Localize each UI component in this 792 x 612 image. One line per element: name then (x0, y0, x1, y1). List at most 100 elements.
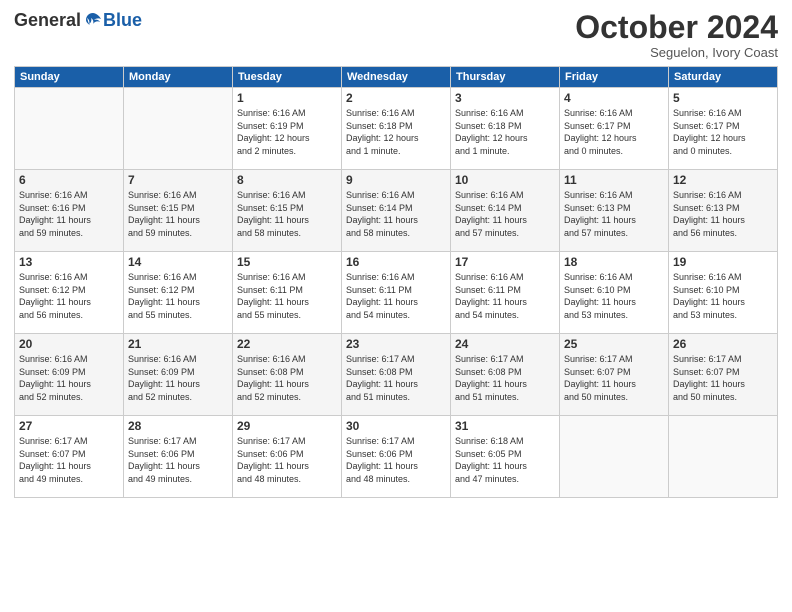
col-friday: Friday (560, 67, 669, 88)
day-number: 13 (19, 255, 119, 269)
day-info: Sunrise: 6:16 AM Sunset: 6:16 PM Dayligh… (19, 189, 119, 239)
day-number: 25 (564, 337, 664, 351)
day-number: 31 (455, 419, 555, 433)
day-number: 16 (346, 255, 446, 269)
calendar: Sunday Monday Tuesday Wednesday Thursday… (14, 66, 778, 498)
calendar-cell: 13 Sunrise: 6:16 AM Sunset: 6:12 PM Dayli… (15, 252, 124, 334)
day-info: Sunrise: 6:17 AM Sunset: 6:08 PM Dayligh… (346, 353, 446, 403)
title-section: October 2024 Seguelon, Ivory Coast (575, 10, 778, 60)
calendar-cell (15, 88, 124, 170)
logo: General Blue (14, 10, 142, 31)
col-sunday: Sunday (15, 67, 124, 88)
calendar-cell: 29 Sunrise: 6:17 AM Sunset: 6:06 PM Dayli… (233, 416, 342, 498)
calendar-cell: 24Sunrise: 6:17 AM Sunset: 6:08 PM Dayli… (451, 334, 560, 416)
col-tuesday: Tuesday (233, 67, 342, 88)
week-row-2: 6 Sunrise: 6:16 AM Sunset: 6:16 PM Daylig… (15, 170, 778, 252)
calendar-cell: 17Sunrise: 6:16 AM Sunset: 6:11 PM Dayli… (451, 252, 560, 334)
day-number: 20 (19, 337, 119, 351)
page: General Blue October 2024 Seguelon, Ivor… (0, 0, 792, 612)
day-number: 28 (128, 419, 228, 433)
calendar-cell (124, 88, 233, 170)
week-row-5: 27 Sunrise: 6:17 AM Sunset: 6:07 PM Dayli… (15, 416, 778, 498)
day-number: 26 (673, 337, 773, 351)
week-row-1: 1 Sunrise: 6:16 AM Sunset: 6:19 PM Daylig… (15, 88, 778, 170)
day-number: 30 (346, 419, 446, 433)
calendar-cell: 12 Sunrise: 6:16 AM Sunset: 6:13 PM Dayli… (669, 170, 778, 252)
day-info: Sunrise: 6:17 AM Sunset: 6:07 PM Dayligh… (673, 353, 773, 403)
day-number: 18 (564, 255, 664, 269)
day-number: 23 (346, 337, 446, 351)
day-info: Sunrise: 6:16 AM Sunset: 6:17 PM Dayligh… (673, 107, 773, 157)
day-number: 2 (346, 91, 446, 105)
day-info: Sunrise: 6:16 AM Sunset: 6:12 PM Dayligh… (19, 271, 119, 321)
calendar-cell: 31Sunrise: 6:18 AM Sunset: 6:05 PM Dayli… (451, 416, 560, 498)
day-number: 11 (564, 173, 664, 187)
col-wednesday: Wednesday (342, 67, 451, 88)
col-thursday: Thursday (451, 67, 560, 88)
day-number: 29 (237, 419, 337, 433)
day-number: 7 (128, 173, 228, 187)
day-info: Sunrise: 6:16 AM Sunset: 6:11 PM Dayligh… (237, 271, 337, 321)
day-info: Sunrise: 6:16 AM Sunset: 6:17 PM Dayligh… (564, 107, 664, 157)
day-info: Sunrise: 6:16 AM Sunset: 6:14 PM Dayligh… (455, 189, 555, 239)
day-info: Sunrise: 6:17 AM Sunset: 6:07 PM Dayligh… (19, 435, 119, 485)
day-info: Sunrise: 6:17 AM Sunset: 6:06 PM Dayligh… (128, 435, 228, 485)
calendar-cell: 21Sunrise: 6:16 AM Sunset: 6:09 PM Dayli… (124, 334, 233, 416)
day-info: Sunrise: 6:16 AM Sunset: 6:18 PM Dayligh… (455, 107, 555, 157)
logo-blue: Blue (103, 10, 142, 31)
day-info: Sunrise: 6:16 AM Sunset: 6:13 PM Dayligh… (564, 189, 664, 239)
day-info: Sunrise: 6:17 AM Sunset: 6:06 PM Dayligh… (346, 435, 446, 485)
day-info: Sunrise: 6:16 AM Sunset: 6:11 PM Dayligh… (346, 271, 446, 321)
day-number: 1 (237, 91, 337, 105)
week-row-3: 13 Sunrise: 6:16 AM Sunset: 6:12 PM Dayli… (15, 252, 778, 334)
day-number: 10 (455, 173, 555, 187)
day-info: Sunrise: 6:16 AM Sunset: 6:15 PM Dayligh… (128, 189, 228, 239)
subtitle: Seguelon, Ivory Coast (575, 45, 778, 60)
day-info: Sunrise: 6:16 AM Sunset: 6:18 PM Dayligh… (346, 107, 446, 157)
calendar-cell: 14 Sunrise: 6:16 AM Sunset: 6:12 PM Dayli… (124, 252, 233, 334)
day-info: Sunrise: 6:16 AM Sunset: 6:12 PM Dayligh… (128, 271, 228, 321)
calendar-cell: 7 Sunrise: 6:16 AM Sunset: 6:15 PM Daylig… (124, 170, 233, 252)
calendar-cell: 30 Sunrise: 6:17 AM Sunset: 6:06 PM Dayli… (342, 416, 451, 498)
calendar-cell: 15 Sunrise: 6:16 AM Sunset: 6:11 PM Dayli… (233, 252, 342, 334)
day-info: Sunrise: 6:17 AM Sunset: 6:08 PM Dayligh… (455, 353, 555, 403)
calendar-cell: 8 Sunrise: 6:16 AM Sunset: 6:15 PM Daylig… (233, 170, 342, 252)
day-number: 15 (237, 255, 337, 269)
week-row-4: 20 Sunrise: 6:16 AM Sunset: 6:09 PM Dayli… (15, 334, 778, 416)
day-info: Sunrise: 6:16 AM Sunset: 6:15 PM Dayligh… (237, 189, 337, 239)
calendar-cell: 11 Sunrise: 6:16 AM Sunset: 6:13 PM Dayli… (560, 170, 669, 252)
calendar-cell: 9 Sunrise: 6:16 AM Sunset: 6:14 PM Daylig… (342, 170, 451, 252)
logo-bird-icon (83, 11, 103, 31)
calendar-cell: 26 Sunrise: 6:17 AM Sunset: 6:07 PM Dayli… (669, 334, 778, 416)
day-number: 6 (19, 173, 119, 187)
calendar-cell: 25Sunrise: 6:17 AM Sunset: 6:07 PM Dayli… (560, 334, 669, 416)
calendar-cell: 18 Sunrise: 6:16 AM Sunset: 6:10 PM Dayli… (560, 252, 669, 334)
day-number: 14 (128, 255, 228, 269)
day-info: Sunrise: 6:16 AM Sunset: 6:09 PM Dayligh… (128, 353, 228, 403)
day-number: 5 (673, 91, 773, 105)
col-saturday: Saturday (669, 67, 778, 88)
header: General Blue October 2024 Seguelon, Ivor… (14, 10, 778, 60)
calendar-cell: 23 Sunrise: 6:17 AM Sunset: 6:08 PM Dayli… (342, 334, 451, 416)
col-monday: Monday (124, 67, 233, 88)
day-info: Sunrise: 6:16 AM Sunset: 6:09 PM Dayligh… (19, 353, 119, 403)
day-number: 19 (673, 255, 773, 269)
calendar-cell: 22Sunrise: 6:16 AM Sunset: 6:08 PM Dayli… (233, 334, 342, 416)
month-title: October 2024 (575, 10, 778, 45)
calendar-cell: 20 Sunrise: 6:16 AM Sunset: 6:09 PM Dayli… (15, 334, 124, 416)
day-number: 3 (455, 91, 555, 105)
day-info: Sunrise: 6:16 AM Sunset: 6:14 PM Dayligh… (346, 189, 446, 239)
day-info: Sunrise: 6:16 AM Sunset: 6:10 PM Dayligh… (564, 271, 664, 321)
day-number: 12 (673, 173, 773, 187)
day-number: 4 (564, 91, 664, 105)
calendar-cell: 6 Sunrise: 6:16 AM Sunset: 6:16 PM Daylig… (15, 170, 124, 252)
day-info: Sunrise: 6:16 AM Sunset: 6:19 PM Dayligh… (237, 107, 337, 157)
calendar-cell (669, 416, 778, 498)
header-row: Sunday Monday Tuesday Wednesday Thursday… (15, 67, 778, 88)
day-number: 27 (19, 419, 119, 433)
day-info: Sunrise: 6:17 AM Sunset: 6:06 PM Dayligh… (237, 435, 337, 485)
day-number: 8 (237, 173, 337, 187)
calendar-cell: 1 Sunrise: 6:16 AM Sunset: 6:19 PM Daylig… (233, 88, 342, 170)
day-number: 9 (346, 173, 446, 187)
day-info: Sunrise: 6:16 AM Sunset: 6:13 PM Dayligh… (673, 189, 773, 239)
